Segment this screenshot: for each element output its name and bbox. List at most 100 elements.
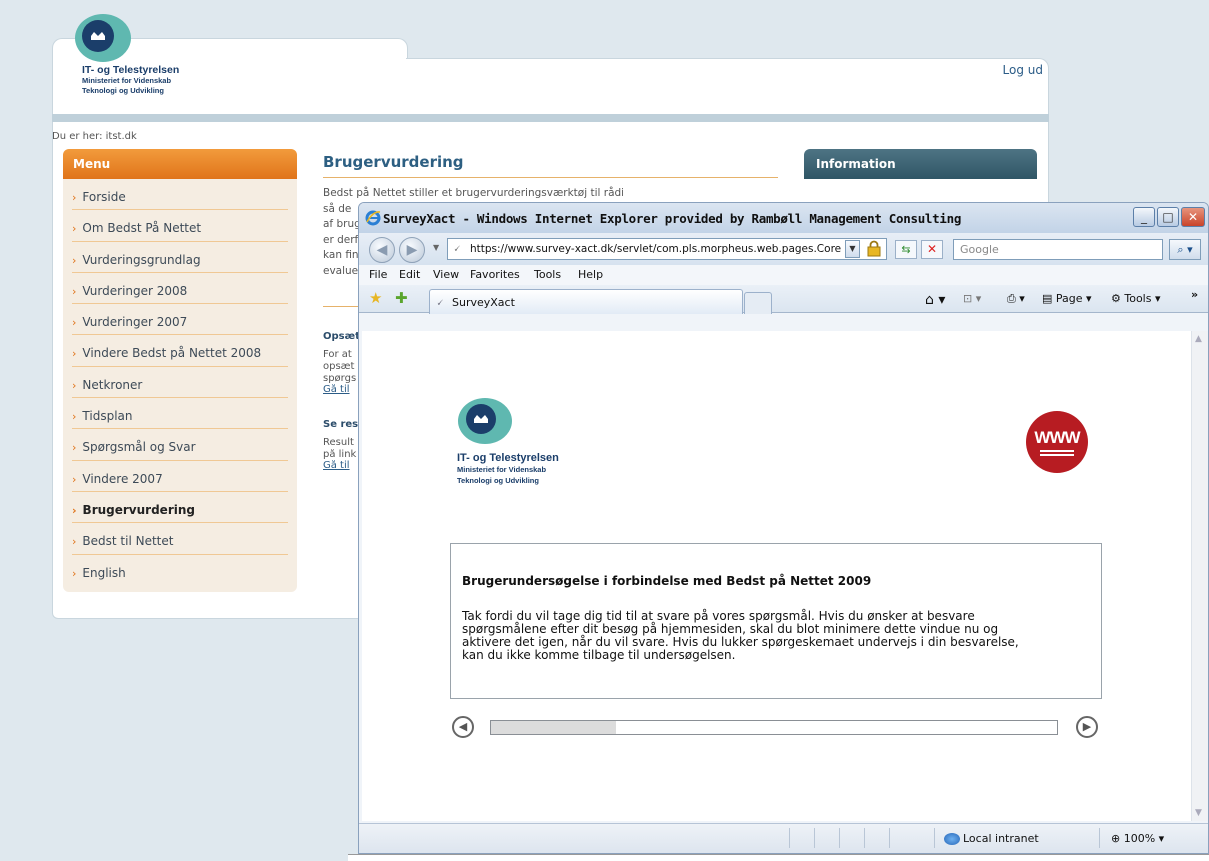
status-divider bbox=[1099, 828, 1100, 848]
menu-edit[interactable]: Edit bbox=[399, 268, 420, 281]
logo-subtitle-1: Ministeriet for Videnskab bbox=[82, 76, 172, 85]
zoom-level: 100% bbox=[1123, 832, 1156, 845]
window-titlebar[interactable]: SurveyXact - Windows Internet Explorer p… bbox=[359, 203, 1208, 233]
tab-title: SurveyXact bbox=[452, 296, 515, 309]
tools-menu-label: Tools bbox=[1124, 292, 1152, 305]
stop-button[interactable]: ✕ bbox=[921, 240, 943, 259]
survey-pager: ◀ ▶ bbox=[452, 716, 1104, 740]
menu-item-label: Vindere Bedst på Nettet 2008 bbox=[82, 346, 262, 361]
menu-file[interactable]: File bbox=[369, 268, 387, 281]
ie-window: SurveyXact - Windows Internet Explorer p… bbox=[358, 202, 1209, 854]
vertical-scrollbar[interactable]: ▲ ▼ bbox=[1191, 331, 1208, 821]
survey-page: IT- og Telestyrelsen Ministeriet for Vid… bbox=[362, 331, 1193, 821]
survey-body: Tak fordi du vil tage dig tid til at sva… bbox=[462, 610, 1092, 662]
page-menu-label: Page bbox=[1055, 292, 1083, 305]
status-divider bbox=[814, 828, 815, 848]
section-text: spørgs bbox=[323, 373, 357, 384]
security-zone-label: Local intranet bbox=[963, 832, 1039, 845]
chevron-right-icon: › bbox=[72, 566, 77, 580]
menu-item-netkroner[interactable]: › Netkroner bbox=[72, 367, 288, 399]
menu-item-label: English bbox=[82, 565, 126, 580]
menu-item-vindere-2007[interactable]: › Vindere 2007 bbox=[72, 461, 288, 492]
tools-menu-button[interactable]: ⚙ Tools ▾ bbox=[1111, 292, 1161, 305]
minimize-button[interactable]: _ bbox=[1133, 207, 1155, 227]
menu-item-vurderinger-2008[interactable]: › Vurderinger 2008 bbox=[72, 273, 288, 305]
menu-tools[interactable]: Tools bbox=[534, 268, 561, 281]
new-tab-button[interactable] bbox=[744, 292, 772, 314]
itst-logo-icon bbox=[458, 398, 512, 444]
refresh-button[interactable]: ⇆ bbox=[895, 240, 917, 259]
close-button[interactable]: ✕ bbox=[1181, 207, 1205, 227]
scroll-down-icon[interactable]: ▼ bbox=[1195, 808, 1202, 818]
logout-link[interactable]: Log ud bbox=[1003, 63, 1043, 77]
menu-item-english[interactable]: › English bbox=[72, 555, 288, 586]
toolbar-overflow-icon[interactable]: » bbox=[1191, 288, 1198, 301]
globe-icon bbox=[944, 833, 960, 845]
section-link[interactable]: Gå til bbox=[323, 384, 363, 395]
menu-help[interactable]: Help bbox=[578, 268, 603, 281]
menu-item-spoergsmaal[interactable]: › Spørgsmål og Svar bbox=[72, 429, 288, 461]
logo-subtitle-1: Ministeriet for Videnskab bbox=[457, 465, 547, 474]
logo-subtitle-2: Teknologi og Udvikling bbox=[457, 476, 539, 485]
search-input[interactable]: Google bbox=[953, 239, 1163, 260]
chevron-right-icon: › bbox=[72, 191, 77, 204]
security-zone[interactable]: Local intranet bbox=[944, 832, 1039, 845]
page-menu-button[interactable]: ▤ Page ▾ bbox=[1042, 292, 1092, 305]
menu-favorites[interactable]: Favorites bbox=[470, 268, 520, 281]
previous-page-button[interactable]: ◀ bbox=[452, 716, 474, 738]
site-logo-text: IT- og Telestyrelsen Ministeriet for Vid… bbox=[82, 64, 179, 96]
zoom-control[interactable]: ⊕ 100% ▾ bbox=[1111, 832, 1164, 845]
add-favorite-icon[interactable]: ✚ bbox=[395, 289, 408, 307]
logo-subtitle-2: Teknologi og Udvikling bbox=[82, 86, 164, 95]
tab-bar: ★ ✚ 🗸 SurveyXact ⌂ ▾ ⊡ ▾ ⎙ ▾ ▤ Page ▾ ⚙ … bbox=[359, 285, 1208, 314]
survey-progress-bar bbox=[490, 720, 1058, 735]
forward-button[interactable]: ▶ bbox=[399, 237, 425, 263]
menu-item-vindere-2008[interactable]: › Vindere Bedst på Nettet 2008 bbox=[72, 335, 288, 367]
menu-item-label: Vurderinger 2008 bbox=[82, 283, 188, 298]
section-link[interactable]: Gå til bbox=[323, 460, 363, 471]
address-bar[interactable]: https://www.survey-xact.dk/servlet/com.p… bbox=[447, 238, 887, 260]
information-heading: Information bbox=[804, 149, 1037, 179]
back-button[interactable]: ◀ bbox=[369, 237, 395, 263]
print-icon[interactable]: ⎙ ▾ bbox=[1007, 292, 1025, 306]
status-divider bbox=[934, 828, 935, 848]
menu-item-brugervurdering[interactable]: › Brugervurdering bbox=[72, 492, 288, 524]
scroll-up-icon[interactable]: ▲ bbox=[1195, 334, 1202, 344]
address-dropdown-button[interactable]: ▼ bbox=[845, 240, 860, 258]
chevron-right-icon: › bbox=[72, 503, 77, 517]
menu-item-forside[interactable]: › Forside bbox=[72, 179, 288, 211]
home-icon[interactable]: ⌂ ▾ bbox=[925, 292, 945, 308]
menu-item-vurderingsgrundlag[interactable]: › Vurderingsgrundlag bbox=[72, 242, 288, 273]
menu-view[interactable]: View bbox=[433, 268, 459, 281]
menu-heading: Menu bbox=[63, 149, 297, 179]
chevron-right-icon: › bbox=[72, 347, 77, 361]
history-dropdown-icon[interactable]: ▼ bbox=[433, 243, 439, 252]
next-page-button[interactable]: ▶ bbox=[1076, 716, 1098, 738]
header-stripe bbox=[52, 114, 1049, 122]
menu-item-tidsplan[interactable]: › Tidsplan bbox=[72, 398, 288, 430]
intro-line: Bedst på Nettet stiller et brugervurderi… bbox=[323, 187, 623, 199]
survey-heading: Brugerundersøgelse i forbindelse med Bed… bbox=[462, 574, 872, 588]
internet-explorer-icon bbox=[365, 210, 381, 226]
feeds-icon[interactable]: ⊡ ▾ bbox=[963, 292, 981, 305]
badge-underline bbox=[1040, 454, 1074, 456]
menu-item-label: Vurderingsgrundlag bbox=[82, 252, 201, 267]
menu-item-om[interactable]: › Om Bedst På Nettet bbox=[72, 210, 288, 242]
menu-panel: Menu › Forside › Om Bedst På Nettet › Vurde… bbox=[63, 149, 297, 592]
status-divider bbox=[839, 828, 840, 848]
lock-icon[interactable] bbox=[867, 240, 881, 257]
section-text: på link bbox=[323, 449, 357, 460]
menu-item-vurderinger-2007[interactable]: › Vurderinger 2007 bbox=[72, 304, 288, 336]
survey-body-line: kan du ikke komme tilbage til undersøgel… bbox=[462, 648, 736, 662]
favorites-star-icon[interactable]: ★ bbox=[369, 289, 382, 307]
menu-item-label: Brugervurdering bbox=[82, 502, 195, 517]
menu-item-label: Netkroner bbox=[82, 377, 143, 392]
survey-logo: IT- og Telestyrelsen Ministeriet for Vid… bbox=[457, 396, 559, 486]
page-icon: 🗸 bbox=[453, 242, 461, 255]
tab-surveyxact[interactable]: 🗸 SurveyXact bbox=[429, 289, 743, 314]
maximize-button[interactable]: □ bbox=[1157, 207, 1179, 227]
search-button[interactable]: ⌕ ▾ bbox=[1169, 239, 1201, 260]
status-divider bbox=[864, 828, 865, 848]
menu-item-bedst-til-nettet[interactable]: › Bedst til Nettet bbox=[72, 523, 288, 555]
chevron-right-icon: › bbox=[72, 410, 77, 424]
